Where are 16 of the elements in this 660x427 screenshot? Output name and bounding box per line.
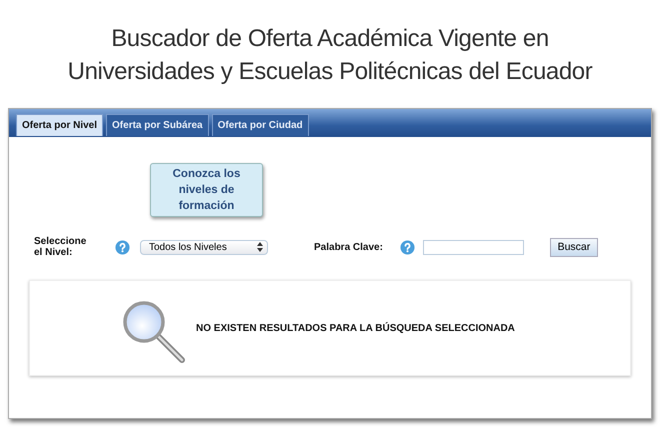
keyword-field[interactable] — [422, 240, 524, 254]
help-icon[interactable] — [115, 240, 130, 254]
no-results-message: NO EXISTEN RESULTADOS PARA LA BÚSQUEDA SELECCIONADA — [196, 322, 515, 334]
level-label: Seleccione el Nivel: — [34, 236, 88, 258]
tab[interactable]: Oferta por Nivel — [16, 114, 104, 136]
level-dropdown[interactable]: Todos los Niveles — [140, 240, 268, 254]
search-button[interactable]: Buscar — [550, 238, 598, 256]
tab[interactable]: Oferta por Subárea — [106, 114, 209, 136]
levels-info-button[interactable]: Conozca los niveles de formación — [150, 163, 263, 217]
page-title: Universidades y Escuelas Politécnicas del Ecuador — [68, 57, 592, 87]
help-icon[interactable] — [400, 240, 415, 254]
stepper-icon — [257, 242, 263, 252]
keyword-label: Palabra Clave: — [314, 242, 383, 252]
page-title: Buscador de Oferta Académica Vigente en — [111, 24, 549, 54]
tab[interactable]: Oferta por Ciudad — [212, 114, 309, 136]
magnifier-icon — [122, 300, 188, 366]
